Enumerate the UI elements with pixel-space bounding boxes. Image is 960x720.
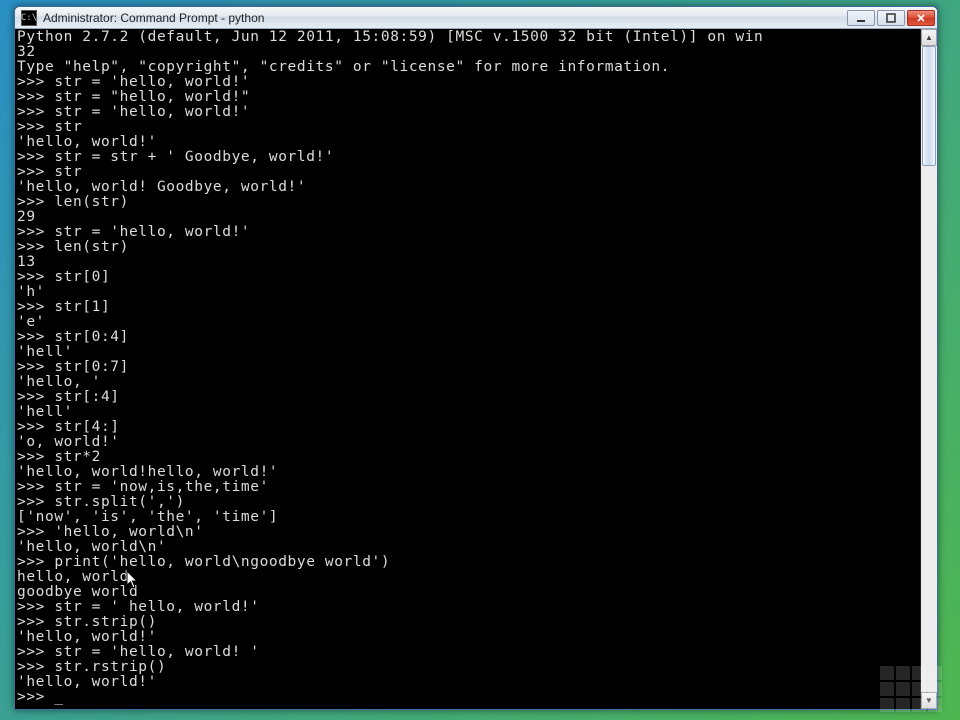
scroll-down-button[interactable]: ▼	[921, 692, 937, 709]
window-controls	[847, 10, 935, 26]
scrollbar-track[interactable]	[921, 46, 937, 692]
maximize-button[interactable]	[877, 10, 905, 26]
terminal-area: Python 2.7.2 (default, Jun 12 2011, 15:0…	[15, 29, 937, 709]
minimize-icon	[856, 13, 866, 23]
terminal-cursor: _	[54, 690, 63, 705]
maximize-icon	[886, 13, 896, 23]
scrollbar-thumb[interactable]	[922, 46, 936, 166]
close-icon	[916, 13, 926, 23]
chevron-up-icon: ▲	[925, 33, 933, 42]
chevron-down-icon: ▼	[925, 696, 933, 705]
scroll-up-button[interactable]: ▲	[921, 29, 937, 46]
app-icon: C:\	[21, 10, 37, 26]
terminal-output[interactable]: Python 2.7.2 (default, Jun 12 2011, 15:0…	[15, 29, 920, 709]
vertical-scrollbar[interactable]: ▲ ▼	[920, 29, 937, 709]
titlebar[interactable]: C:\ Administrator: Command Prompt - pyth…	[15, 7, 937, 29]
window-title: Administrator: Command Prompt - python	[43, 11, 847, 25]
minimize-button[interactable]	[847, 10, 875, 26]
command-prompt-window: C:\ Administrator: Command Prompt - pyth…	[14, 6, 938, 710]
close-button[interactable]	[907, 10, 935, 26]
